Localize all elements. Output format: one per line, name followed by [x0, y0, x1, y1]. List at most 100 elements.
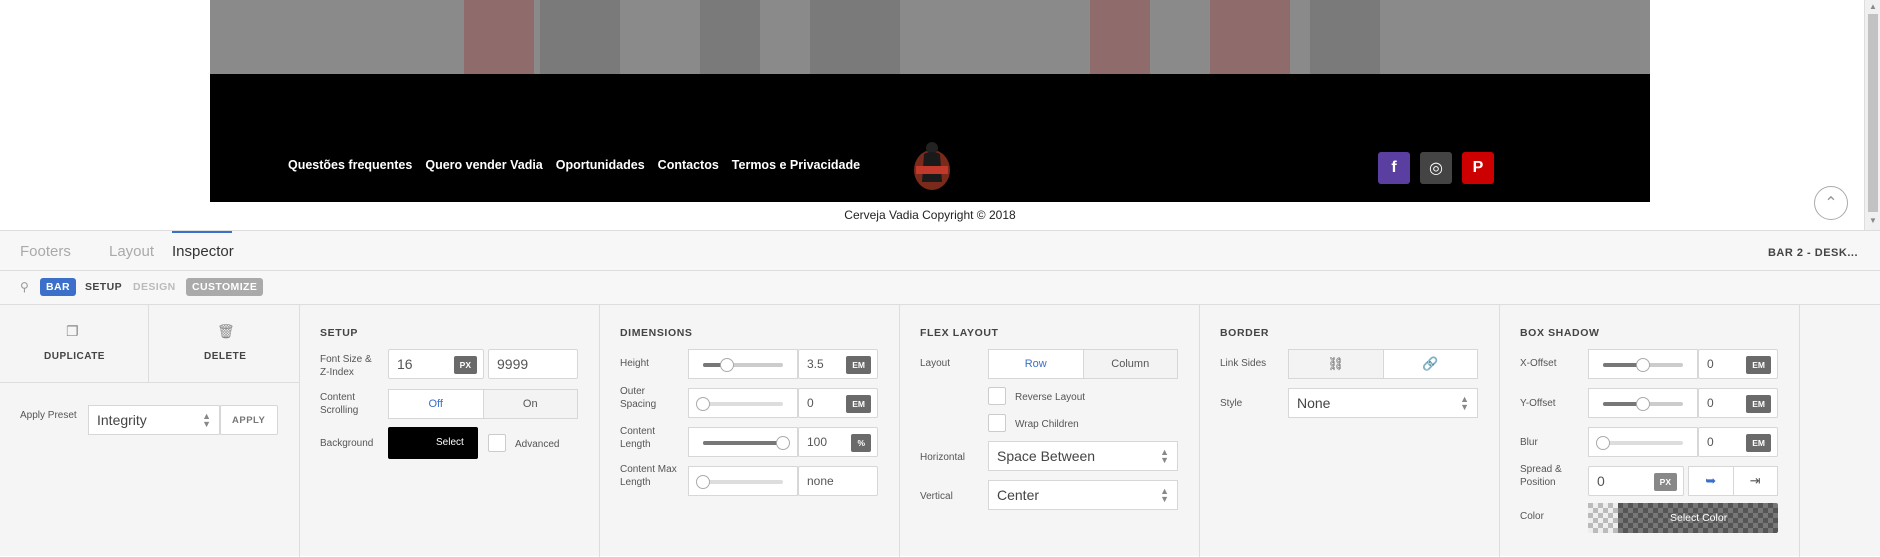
content-length-input[interactable]: 100 % — [798, 427, 878, 457]
layout-direction-toggle[interactable]: Row Column — [988, 349, 1178, 379]
preset-value: Integrity — [97, 412, 147, 428]
height-input[interactable]: 3.5 EM — [798, 349, 878, 379]
social-links: f ◎ P — [1378, 152, 1494, 184]
height-slider-handle[interactable] — [720, 358, 734, 372]
pinterest-icon[interactable]: P — [1462, 152, 1494, 184]
y-offset-input[interactable]: 0 EM — [1698, 388, 1778, 418]
outer-spacing-value: 0 — [807, 396, 814, 410]
reverse-layout-checkbox[interactable] — [988, 387, 1006, 405]
vertical-align-value: Center — [997, 487, 1040, 503]
delete-button[interactable]: 🗑 DELETE — [149, 305, 300, 383]
z-index-value: 9999 — [497, 356, 529, 372]
scroll-up-arrow-icon[interactable]: ▲ — [1869, 2, 1877, 11]
product-image — [464, 0, 534, 74]
scroll-to-top-button[interactable]: ⌃ — [1814, 186, 1848, 220]
background-color-button[interactable]: Select — [388, 427, 478, 459]
footer-link-sell[interactable]: Quero vender Vadia — [425, 158, 542, 172]
crumb-customize[interactable]: CUSTOMIZE — [186, 278, 264, 296]
shadow-inset-icon[interactable]: ⇥ — [1734, 467, 1778, 495]
footer-link-terms[interactable]: Termos e Privacidade — [732, 158, 860, 172]
y-offset-label: Y-Offset — [1520, 398, 1556, 409]
wrap-children-checkbox[interactable] — [988, 414, 1006, 432]
link-sides-toggle[interactable]: ⛓ 🔗 — [1288, 349, 1478, 379]
y-offset-slider[interactable] — [1588, 388, 1698, 418]
wrap-children-label: Wrap Children — [1015, 419, 1079, 430]
x-offset-input[interactable]: 0 EM — [1698, 349, 1778, 379]
content-max-length-slider-handle[interactable] — [696, 475, 710, 489]
scrolling-off-option[interactable]: Off — [389, 390, 484, 418]
tab-inspector[interactable]: Inspector — [172, 243, 234, 260]
preset-select[interactable]: Integrity ▲ ▼ — [88, 405, 220, 435]
outer-spacing-slider-handle[interactable] — [696, 397, 710, 411]
border-style-select[interactable]: None ▲ ▼ — [1288, 388, 1478, 418]
footer-link-contacts[interactable]: Contactos — [658, 158, 719, 172]
layout-label: Layout — [920, 358, 951, 369]
spread-input[interactable]: 0 PX — [1588, 466, 1684, 496]
delete-label: DELETE — [204, 351, 247, 362]
content-max-length-input[interactable]: none — [798, 466, 878, 496]
blur-unit[interactable]: EM — [1746, 434, 1771, 452]
blur-slider-handle[interactable] — [1596, 436, 1610, 450]
horizontal-label: Horizontal — [920, 452, 966, 463]
blur-slider[interactable] — [1588, 427, 1698, 457]
product-image — [1210, 0, 1290, 74]
content-length-slider-handle[interactable] — [776, 436, 790, 450]
outer-spacing-unit[interactable]: EM — [846, 395, 871, 413]
layout-column-option[interactable]: Column — [1083, 350, 1177, 378]
facebook-icon[interactable]: f — [1378, 152, 1410, 184]
font-size-unit[interactable]: PX — [453, 356, 477, 374]
footer-link-faq[interactable]: Questões frequentes — [288, 158, 412, 172]
link-icon[interactable]: 🔗 — [1384, 350, 1478, 378]
preview-scrollbar[interactable]: ▲ ▼ — [1864, 0, 1880, 230]
crumb-design[interactable]: DESIGN — [133, 281, 176, 293]
shadow-outset-icon[interactable]: ➥ — [1689, 467, 1734, 495]
flex-layout-section: FLEX LAYOUT Layout Row Column Reverse La… — [900, 305, 1200, 557]
y-offset-slider-handle[interactable] — [1636, 397, 1650, 411]
outer-spacing-input[interactable]: 0 EM — [798, 388, 878, 418]
brand-logo[interactable] — [910, 138, 954, 194]
shadow-color-label: Color — [1520, 511, 1544, 522]
content-length-slider[interactable] — [688, 427, 798, 457]
advanced-checkbox[interactable] — [488, 434, 506, 452]
height-unit[interactable]: EM — [846, 356, 871, 374]
vertical-align-select[interactable]: Center ▲ ▼ — [988, 480, 1178, 510]
horizontal-align-select[interactable]: Space Between ▲ ▼ — [988, 441, 1178, 471]
vertical-label: Vertical — [920, 491, 953, 502]
duplicate-button[interactable]: ❐ DUPLICATE — [0, 305, 149, 383]
outer-spacing-label: Outer Spacing — [620, 386, 657, 410]
scroll-down-arrow-icon[interactable]: ▼ — [1869, 216, 1877, 225]
x-offset-unit[interactable]: EM — [1746, 356, 1771, 374]
content-max-length-slider[interactable] — [688, 466, 798, 496]
crumb-bar[interactable]: BAR — [40, 278, 76, 296]
tab-layout[interactable]: Layout — [109, 243, 154, 260]
spread-unit[interactable]: PX — [1653, 473, 1677, 491]
x-offset-slider[interactable] — [1588, 349, 1698, 379]
font-size-input[interactable]: 16 PX — [388, 349, 484, 379]
shadow-position-toggle[interactable]: ➥ ⇥ — [1688, 466, 1778, 496]
layout-row-option[interactable]: Row — [989, 350, 1084, 378]
footer-nav: Questões frequentes Quero vender Vadia O… — [288, 158, 873, 172]
footer-link-opportunities[interactable]: Oportunidades — [556, 158, 645, 172]
advanced-label: Advanced — [515, 439, 560, 450]
border-style-value: None — [1297, 395, 1331, 411]
height-slider[interactable] — [688, 349, 798, 379]
select-arrows-icon: ▲ ▼ — [1160, 447, 1169, 465]
scrolling-on-option[interactable]: On — [483, 390, 577, 418]
setup-section: SETUP Font Size & Z-Index 16 PX 9999 Con… — [300, 305, 600, 557]
shadow-color-button[interactable]: Select Color — [1588, 503, 1778, 533]
content-length-unit[interactable]: % — [851, 434, 871, 452]
y-offset-unit[interactable]: EM — [1746, 395, 1771, 413]
unlink-icon[interactable]: ⛓ — [1289, 350, 1384, 378]
outer-spacing-slider[interactable] — [688, 388, 798, 418]
tab-footers[interactable]: Footers — [20, 243, 71, 260]
x-offset-slider-handle[interactable] — [1636, 358, 1650, 372]
scrollbar-thumb[interactable] — [1868, 14, 1878, 212]
content-scrolling-toggle[interactable]: Off On — [388, 389, 578, 419]
apply-preset-button[interactable]: APPLY — [220, 405, 278, 435]
z-index-input[interactable]: 9999 — [488, 349, 578, 379]
chevron-up-icon: ⌃ — [1824, 195, 1838, 212]
crumb-setup[interactable]: SETUP — [85, 281, 122, 293]
instagram-icon[interactable]: ◎ — [1420, 152, 1452, 184]
blur-input[interactable]: 0 EM — [1698, 427, 1778, 457]
search-icon[interactable]: ⚲ — [20, 280, 29, 294]
